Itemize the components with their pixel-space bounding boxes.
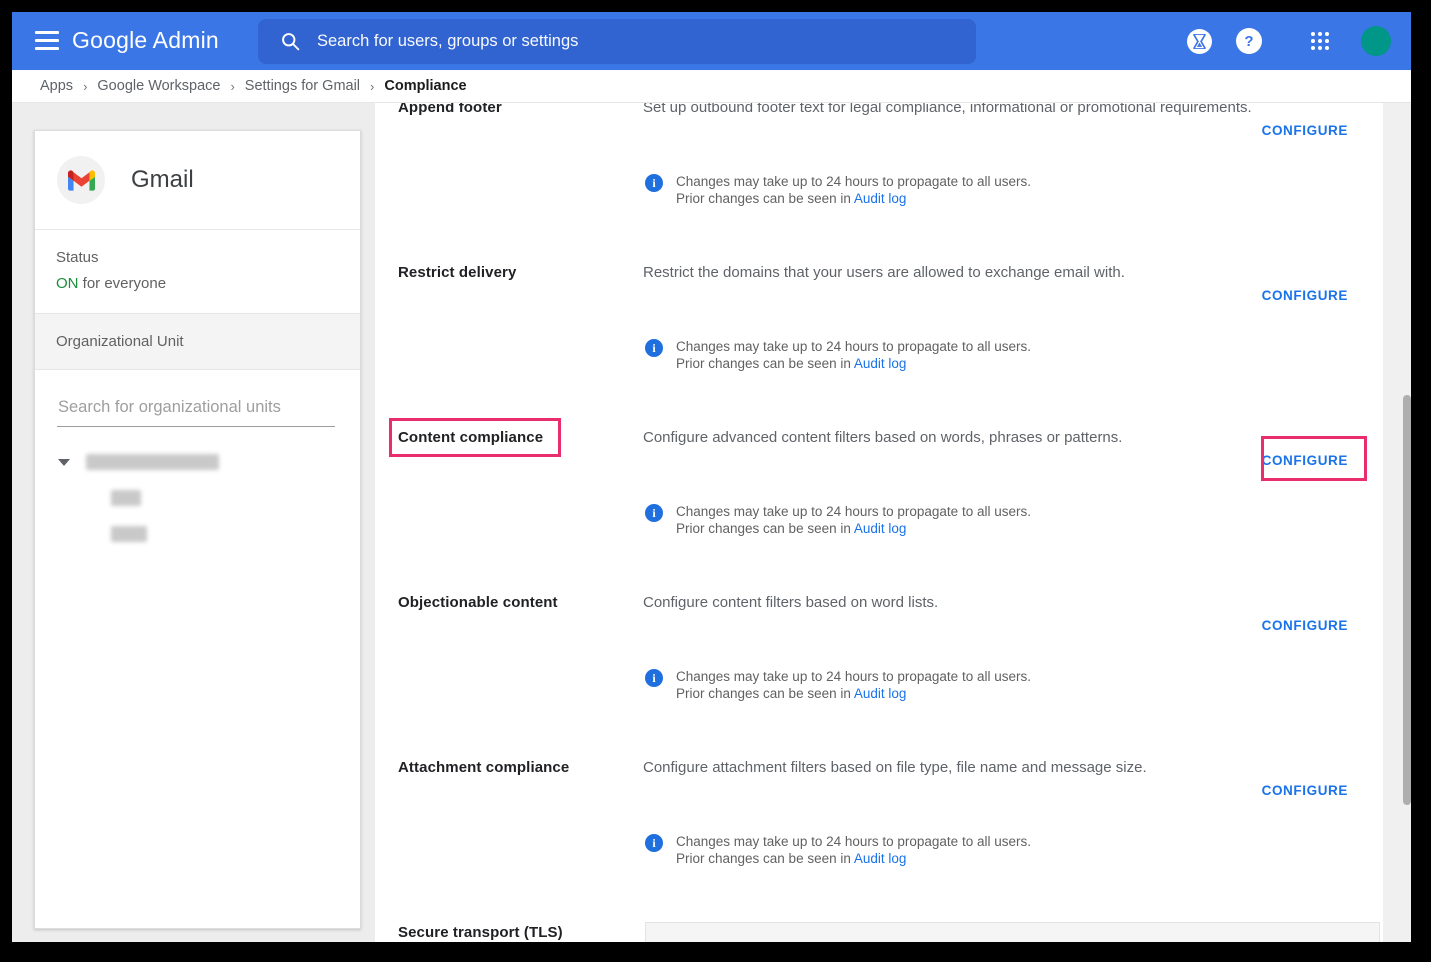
setting-name: Append footer — [398, 103, 502, 116]
status-label: Status — [56, 249, 339, 266]
org-unit-search[interactable] — [57, 396, 335, 427]
configure-button[interactable]: CONFIGURE — [1262, 618, 1348, 633]
breadcrumb-separator: › — [230, 79, 234, 94]
configure-button[interactable]: CONFIGURE — [1262, 783, 1348, 798]
status-value: ON for everyone — [56, 275, 339, 292]
breadcrumb-google-workspace[interactable]: Google Workspace — [97, 78, 220, 94]
audit-log-link[interactable]: Audit log — [854, 686, 907, 701]
info-line-1: Changes may take up to 24 hours to propa… — [676, 668, 1031, 685]
setting-description: Restrict the domains that your users are… — [643, 264, 1253, 281]
redacted-org-unit-child[interactable] — [111, 490, 141, 506]
propagation-info-note: i Changes may take up to 24 hours to pro… — [645, 503, 1031, 537]
info-icon: i — [645, 834, 663, 852]
settings-row: Restrict delivery Restrict the domains t… — [375, 264, 1383, 429]
redacted-org-unit-child[interactable] — [111, 526, 147, 542]
setting-name: Restrict delivery — [398, 264, 516, 281]
setting-description: Configure advanced content filters based… — [643, 429, 1253, 446]
next-setting-panel-edge — [645, 922, 1380, 942]
setting-description: Configure content filters based on word … — [643, 594, 1253, 611]
setting-name: Secure transport (TLS) compliance — [398, 924, 563, 942]
status-on: ON — [56, 275, 79, 292]
breadcrumb-settings-for-gmail[interactable]: Settings for Gmail — [245, 78, 360, 94]
configure-button[interactable]: CONFIGURE — [1262, 288, 1348, 303]
settings-row: Content compliance Configure advanced co… — [375, 429, 1383, 594]
settings-row: Secure transport (TLS) compliance i Chan… — [375, 924, 1383, 942]
org-unit-card: Gmail Status ON for everyone Organizatio… — [34, 130, 361, 929]
status-rest: for everyone — [79, 275, 167, 292]
info-line-2: Prior changes can be seen in Audit log — [676, 520, 1031, 537]
settings-row: Objectionable content Configure content … — [375, 594, 1383, 759]
setting-description: Configure attachment filters based on fi… — [643, 759, 1253, 776]
scrollbar-thumb[interactable] — [1403, 395, 1411, 805]
org-unit-search-input[interactable] — [57, 396, 335, 426]
global-search-bar[interactable] — [258, 19, 976, 64]
breadcrumb-apps[interactable]: Apps — [40, 78, 73, 94]
audit-log-link[interactable]: Audit log — [854, 191, 907, 206]
org-unit-root-item[interactable] — [35, 454, 360, 470]
configure-button[interactable]: CONFIGURE — [1262, 123, 1348, 138]
propagation-info-note: i Changes may take up to 24 hours to pro… — [645, 833, 1031, 867]
audit-log-link[interactable]: Audit log — [854, 851, 907, 866]
brand-title: Google Admin — [72, 27, 219, 54]
gmail-logo-icon — [57, 156, 105, 204]
info-icon: i — [645, 669, 663, 687]
compliance-settings-panel: Append footer Set up outbound footer tex… — [375, 103, 1383, 942]
setting-name: Content compliance — [398, 429, 543, 446]
breadcrumb-separator: › — [370, 79, 374, 94]
chevron-down-icon[interactable] — [58, 459, 70, 466]
info-line-2: Prior changes can be seen in Audit log — [676, 355, 1031, 372]
scrollbar-track[interactable] — [1383, 103, 1411, 942]
propagation-info-note: i Changes may take up to 24 hours to pro… — [645, 173, 1031, 207]
admin-console-window: Google Admin ? Apps › Google Workspace — [12, 12, 1411, 942]
search-icon — [280, 31, 301, 52]
sidebar: Gmail Status ON for everyone Organizatio… — [12, 103, 375, 942]
info-line-1: Changes may take up to 24 hours to propa… — [676, 338, 1031, 355]
breadcrumb-separator: › — [83, 79, 87, 94]
settings-row: Append footer Set up outbound footer tex… — [375, 103, 1383, 264]
propagation-info-note: i Changes may take up to 24 hours to pro… — [645, 668, 1031, 702]
audit-log-link[interactable]: Audit log — [854, 521, 907, 536]
org-unit-tree — [35, 454, 360, 542]
info-line-1: Changes may take up to 24 hours to propa… — [676, 503, 1031, 520]
audit-log-link[interactable]: Audit log — [854, 356, 907, 371]
info-line-2: Prior changes can be seen in Audit log — [676, 685, 1031, 702]
apps-grid-icon[interactable] — [1311, 32, 1329, 50]
trial-hourglass-icon[interactable] — [1187, 29, 1212, 54]
global-search-input[interactable] — [317, 32, 976, 51]
propagation-info-note: i Changes may take up to 24 hours to pro… — [645, 338, 1031, 372]
info-icon: i — [645, 339, 663, 357]
settings-row: Attachment compliance Configure attachme… — [375, 759, 1383, 924]
help-icon[interactable]: ? — [1236, 28, 1262, 54]
account-avatar[interactable] — [1361, 26, 1391, 56]
app-title: Gmail — [131, 166, 194, 194]
setting-description: Set up outbound footer text for legal co… — [643, 103, 1253, 116]
redacted-org-unit-name[interactable] — [86, 454, 219, 470]
org-unit-section-header: Organizational Unit — [35, 313, 360, 370]
info-line-1: Changes may take up to 24 hours to propa… — [676, 173, 1031, 190]
info-line-1: Changes may take up to 24 hours to propa… — [676, 833, 1031, 850]
hamburger-menu-icon[interactable] — [35, 31, 59, 51]
info-icon: i — [645, 174, 663, 192]
breadcrumb: Apps › Google Workspace › Settings for G… — [12, 70, 1411, 103]
setting-name: Attachment compliance — [398, 759, 569, 776]
setting-name: Objectionable content — [398, 594, 558, 611]
info-line-2: Prior changes can be seen in Audit log — [676, 850, 1031, 867]
breadcrumb-current-compliance: Compliance — [384, 78, 466, 94]
configure-button[interactable]: CONFIGURE — [1262, 453, 1348, 468]
info-icon: i — [645, 504, 663, 522]
app-bar: Google Admin ? — [12, 12, 1411, 70]
info-line-2: Prior changes can be seen in Audit log — [676, 190, 1031, 207]
